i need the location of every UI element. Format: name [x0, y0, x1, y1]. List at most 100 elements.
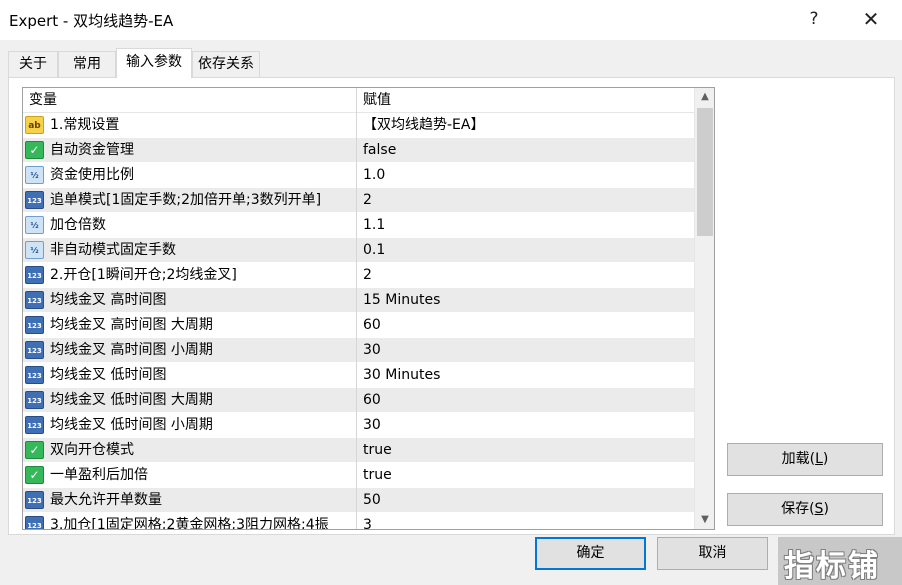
value-cell[interactable]: 2 — [357, 188, 694, 213]
table-row[interactable]: ✓ 自动资金管理 false — [23, 138, 694, 163]
variable-cell[interactable]: 123 均线金叉 低时间图 小周期 — [23, 413, 357, 438]
value-cell[interactable]: 1.0 — [357, 163, 694, 188]
variable-cell[interactable]: ½ 加仓倍数 — [23, 213, 357, 238]
variable-cell[interactable]: 123 3.加仓[1固定网格;2黄金网格;3阻力网格;4振 — [23, 513, 357, 530]
variable-cell[interactable]: ½ 资金使用比例 — [23, 163, 357, 188]
value-cell[interactable]: 50 — [357, 488, 694, 513]
window-title: Expert - 双均线趋势-EA — [9, 12, 174, 30]
help-button[interactable]: ? — [802, 6, 826, 32]
variable-cell[interactable]: 123 最大允许开单数量 — [23, 488, 357, 513]
vertical-scrollbar[interactable]: ▲ ▼ — [694, 88, 714, 529]
scroll-up-icon[interactable]: ▲ — [695, 88, 714, 106]
variable-cell[interactable]: ✓ 自动资金管理 — [23, 138, 357, 163]
variable-cell[interactable]: 123 均线金叉 高时间图 小周期 — [23, 338, 357, 363]
title-bar: Expert - 双均线趋势-EA ? ✕ — [0, 0, 902, 40]
variable-name: 2.开仓[1瞬间开仓;2均线金叉] — [50, 267, 237, 283]
int-icon: 123 — [25, 291, 44, 309]
table-row[interactable]: 123 均线金叉 低时间图 大周期 60 — [23, 388, 694, 413]
variable-cell[interactable]: ab 1.常规设置 — [23, 113, 357, 138]
variable-name: 均线金叉 高时间图 小周期 — [50, 342, 213, 358]
value-cell[interactable]: 【双均线趋势-EA】 — [357, 113, 694, 138]
value-cell[interactable]: 1.1 — [357, 213, 694, 238]
table-row[interactable]: ✓ 双向开仓模式 true — [23, 438, 694, 463]
int-icon: 123 — [25, 341, 44, 359]
table-row[interactable]: 123 均线金叉 高时间图 小周期 30 — [23, 338, 694, 363]
variable-cell[interactable]: 123 均线金叉 高时间图 — [23, 288, 357, 313]
table-row[interactable]: ab 1.常规设置 【双均线趋势-EA】 — [23, 113, 694, 138]
column-header-variable[interactable]: 变量 — [23, 88, 357, 113]
close-button[interactable]: ✕ — [856, 6, 886, 32]
table-row[interactable]: 123 追单模式[1固定手数;2加倍开单;3数列开单] 2 — [23, 188, 694, 213]
table-row[interactable]: ½ 资金使用比例 1.0 — [23, 163, 694, 188]
save-button[interactable]: 保存(S) — [727, 493, 883, 526]
int-icon: 123 — [25, 316, 44, 334]
variable-name: 非自动模式固定手数 — [50, 242, 176, 258]
bool-icon: ✓ — [25, 441, 44, 459]
inputs-grid: 变量 赋值 ab 1.常规设置 【双均线趋势-EA】 ✓ 自动资金管理 false ½ 资金使… — [22, 87, 715, 530]
table-row[interactable]: ✓ 一单盈利后加倍 true — [23, 463, 694, 488]
value-cell[interactable]: 30 — [357, 338, 694, 363]
variable-name: 资金使用比例 — [50, 167, 134, 183]
table-row[interactable]: 123 2.开仓[1瞬间开仓;2均线金叉] 2 — [23, 263, 694, 288]
variable-name: 均线金叉 低时间图 大周期 — [50, 392, 213, 408]
variable-name: 均线金叉 低时间图 小周期 — [50, 417, 213, 433]
value-cell[interactable]: 60 — [357, 313, 694, 338]
cancel-button[interactable]: 取消 — [657, 537, 768, 570]
variable-name: 加仓倍数 — [50, 217, 106, 233]
table-row[interactable]: 123 均线金叉 高时间图 15 Minutes — [23, 288, 694, 313]
tab-dependencies[interactable]: 依存关系 — [192, 51, 260, 77]
variable-cell[interactable]: 123 均线金叉 高时间图 大周期 — [23, 313, 357, 338]
variable-name: 1.常规设置 — [50, 117, 120, 133]
variable-cell[interactable]: ½ 非自动模式固定手数 — [23, 238, 357, 263]
value-cell[interactable]: true — [357, 463, 694, 488]
variable-name: 均线金叉 低时间图 — [50, 367, 167, 383]
string-icon: ab — [25, 116, 44, 134]
tab-inputs[interactable]: 输入参数 — [116, 48, 192, 78]
value-cell[interactable]: 2 — [357, 263, 694, 288]
table-row[interactable]: 123 3.加仓[1固定网格;2黄金网格;3阻力网格;4振 3 — [23, 513, 694, 530]
table-row[interactable]: 123 均线金叉 低时间图 30 Minutes — [23, 363, 694, 388]
int-icon: 123 — [25, 191, 44, 209]
int-icon: 123 — [25, 491, 44, 509]
value-cell[interactable]: 30 Minutes — [357, 363, 694, 388]
double-icon: ½ — [25, 241, 44, 259]
scroll-thumb[interactable] — [697, 108, 713, 236]
variable-cell[interactable]: 123 均线金叉 低时间图 — [23, 363, 357, 388]
value-cell[interactable]: 0.1 — [357, 238, 694, 263]
load-button[interactable]: 加载(L) — [727, 443, 883, 476]
tab-common[interactable]: 常用 — [58, 51, 116, 77]
table-row[interactable]: ½ 非自动模式固定手数 0.1 — [23, 238, 694, 263]
value-cell[interactable]: 60 — [357, 388, 694, 413]
tab-about[interactable]: 关于 — [8, 51, 58, 77]
table-row[interactable]: ½ 加仓倍数 1.1 — [23, 213, 694, 238]
value-cell[interactable]: true — [357, 438, 694, 463]
value-cell[interactable]: false — [357, 138, 694, 163]
variable-cell[interactable]: 123 追单模式[1固定手数;2加倍开单;3数列开单] — [23, 188, 357, 213]
variable-cell[interactable]: 123 均线金叉 低时间图 大周期 — [23, 388, 357, 413]
value-cell[interactable]: 3 — [357, 513, 694, 529]
bool-icon: ✓ — [25, 141, 44, 159]
variable-cell[interactable]: ✓ 一单盈利后加倍 — [23, 463, 357, 488]
variable-cell[interactable]: 123 2.开仓[1瞬间开仓;2均线金叉] — [23, 263, 357, 288]
variable-name: 均线金叉 高时间图 — [50, 292, 167, 308]
variable-cell[interactable]: ✓ 双向开仓模式 — [23, 438, 357, 463]
watermark-text: 指标铺 — [784, 549, 880, 584]
int-icon: 123 — [25, 416, 44, 434]
variable-name: 3.加仓[1固定网格;2黄金网格;3阻力网格;4振 — [50, 517, 329, 530]
int-icon: 123 — [25, 391, 44, 409]
ok-button[interactable]: 确定 — [535, 537, 646, 570]
watermark: 指标铺 — [778, 537, 902, 585]
double-icon: ½ — [25, 216, 44, 234]
table-row[interactable]: 123 均线金叉 高时间图 大周期 60 — [23, 313, 694, 338]
grid-header: 变量 赋值 — [23, 88, 694, 113]
bool-icon: ✓ — [25, 466, 44, 484]
column-header-value[interactable]: 赋值 — [357, 88, 694, 113]
int-icon: 123 — [25, 366, 44, 384]
scroll-down-icon[interactable]: ▼ — [695, 511, 714, 529]
variable-name: 双向开仓模式 — [50, 442, 134, 458]
double-icon: ½ — [25, 166, 44, 184]
value-cell[interactable]: 30 — [357, 413, 694, 438]
value-cell[interactable]: 15 Minutes — [357, 288, 694, 313]
table-row[interactable]: 123 均线金叉 低时间图 小周期 30 — [23, 413, 694, 438]
table-row[interactable]: 123 最大允许开单数量 50 — [23, 488, 694, 513]
